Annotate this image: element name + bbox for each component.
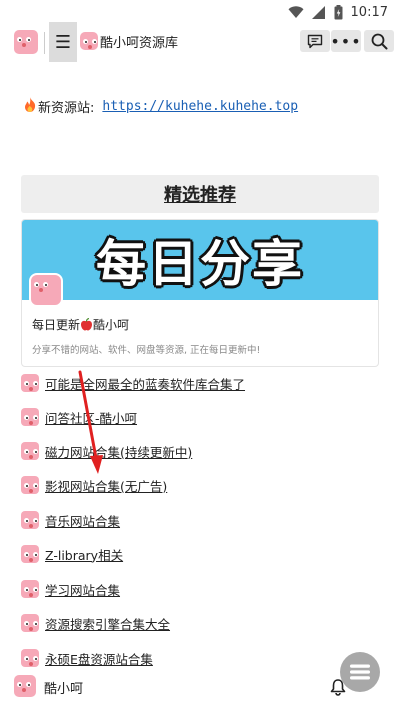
menu-button[interactable]: ☰	[49, 22, 77, 62]
list-item-avatar	[21, 545, 39, 563]
list-item[interactable]: Z-library相关	[21, 543, 123, 565]
app-bar: ☰ 酷小呵资源库 •••	[0, 22, 400, 62]
announcement: 新资源站: https://kuhehe.kuhehe.top	[24, 97, 298, 116]
list-item-avatar	[21, 408, 39, 426]
list-item[interactable]: 问答社区-酷小呵	[21, 406, 137, 428]
status-bar: 10:17	[0, 0, 400, 24]
list-item[interactable]: 可能是全网最全的蓝奏软件库合集了	[21, 372, 245, 394]
list-item-label[interactable]: 音乐网站合集	[45, 511, 120, 530]
battery-icon	[334, 4, 343, 19]
featured-card[interactable]: 每日分享 每日更新 酷小呵 分享不错的网站、软件、网盘等资源, 正在每日更新中!	[21, 219, 379, 367]
notice-link[interactable]: https://kuhehe.kuhehe.top	[102, 99, 298, 114]
more-button[interactable]: •••	[330, 30, 362, 52]
signal-icon	[311, 5, 325, 19]
card-description: 分享不错的网站、软件、网盘等资源, 正在每日更新中!	[32, 345, 261, 356]
divider	[44, 32, 45, 54]
title-avatar	[80, 32, 98, 50]
search-button[interactable]	[364, 30, 394, 52]
list-item-label[interactable]: 影视网站合集(无广告)	[45, 476, 167, 495]
card-title-text: 每日更新	[32, 318, 81, 332]
list-item-label[interactable]: Z-library相关	[45, 545, 123, 564]
list-item-avatar	[21, 614, 39, 632]
card-title-suffix: 酷小呵	[93, 318, 130, 332]
user-avatar[interactable]	[14, 675, 36, 697]
card-avatar	[29, 273, 63, 307]
list-item[interactable]: 影视网站合集(无广告)	[21, 474, 167, 496]
list-item-label[interactable]: 学习网站合集	[45, 580, 120, 599]
list-item-avatar	[21, 511, 39, 529]
site-logo-avatar[interactable]	[14, 30, 38, 54]
list-item-avatar	[21, 442, 39, 460]
search-icon	[371, 33, 387, 49]
list-item-avatar	[21, 580, 39, 598]
list-item-label[interactable]: 永硕E盘资源站合集	[45, 649, 153, 668]
list-item[interactable]: 磁力网站合集(持续更新中)	[21, 440, 192, 462]
list-item-avatar	[21, 649, 39, 667]
comment-button[interactable]	[300, 30, 330, 52]
list-item-label[interactable]: 资源搜索引擎合集大全	[45, 614, 170, 633]
user-name[interactable]: 酷小呵	[44, 678, 83, 697]
clock: 10:17	[350, 4, 388, 20]
wifi-icon	[288, 5, 304, 18]
section-title: 精选推荐	[21, 175, 379, 213]
list-item[interactable]: 资源搜索引擎合集大全	[21, 612, 170, 634]
list-item[interactable]: 音乐网站合集	[21, 509, 120, 531]
card-banner: 每日分享	[22, 220, 378, 300]
list-item-label[interactable]: 可能是全网最全的蓝奏软件库合集了	[45, 374, 245, 393]
list-item-label[interactable]: 磁力网站合集(持续更新中)	[45, 442, 192, 461]
comment-icon	[307, 34, 323, 48]
more-icon: •••	[330, 31, 362, 51]
site-title[interactable]: 酷小呵资源库	[100, 32, 178, 51]
notice-text: 新资源站:	[38, 101, 95, 116]
list-menu-icon	[350, 664, 370, 680]
floating-menu-button[interactable]	[340, 652, 380, 692]
banner-text: 每日分享	[96, 235, 304, 293]
list-item[interactable]: 学习网站合集	[21, 578, 120, 600]
list-item[interactable]: 永硕E盘资源站合集	[21, 647, 153, 669]
card-title: 每日更新 酷小呵	[32, 316, 129, 333]
list-item-avatar	[21, 374, 39, 392]
menu-icon: ☰	[54, 31, 72, 53]
list-item-avatar	[21, 476, 39, 494]
fire-icon	[24, 97, 36, 116]
apple-icon	[80, 317, 93, 332]
list-item-label[interactable]: 问答社区-酷小呵	[45, 408, 137, 427]
